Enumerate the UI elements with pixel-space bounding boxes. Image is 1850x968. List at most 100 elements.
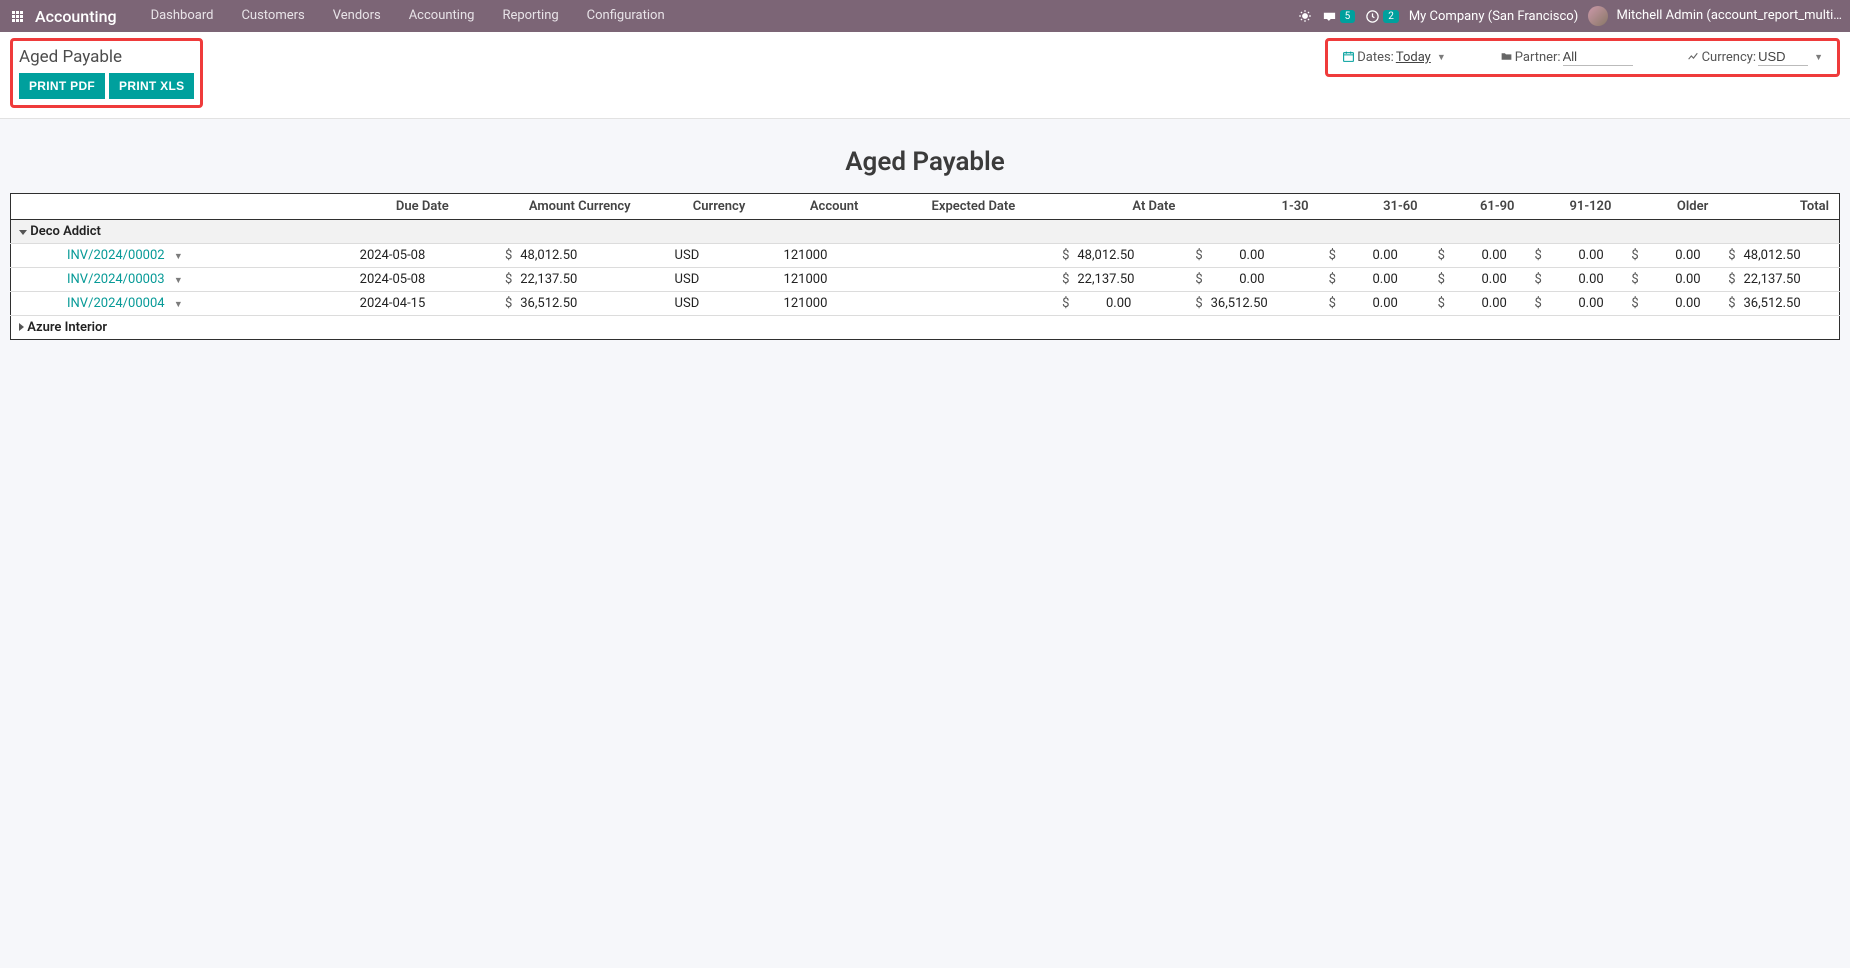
- col-61-90: 61-90: [1428, 194, 1525, 220]
- cell-at-date: $ 0.00: [1052, 292, 1185, 316]
- app-brand[interactable]: Accounting: [35, 7, 117, 26]
- cell-account: 121000: [774, 268, 895, 292]
- caret-down-icon: ▼: [1814, 52, 1823, 63]
- cell-currency: USD: [665, 244, 774, 268]
- filter-dates[interactable]: Dates: Today ▼: [1342, 50, 1446, 66]
- caret-down-icon[interactable]: ▼: [174, 300, 183, 310]
- invoice-link[interactable]: INV/2024/00002: [67, 248, 165, 263]
- col-currency: Currency: [665, 194, 774, 220]
- caret-down-icon[interactable]: ▼: [174, 252, 183, 262]
- chart-icon: [1687, 50, 1700, 66]
- filter-partner[interactable]: Partner:: [1500, 49, 1633, 66]
- cell-61-90: $ 0.00: [1428, 268, 1525, 292]
- messages-icon[interactable]: 5: [1322, 9, 1356, 24]
- user-menu[interactable]: Mitchell Admin (account_report_multi…: [1588, 6, 1842, 26]
- col-due: Due Date: [350, 194, 495, 220]
- report-title: Aged Payable: [10, 147, 1840, 177]
- company-switcher[interactable]: My Company (San Francisco): [1409, 9, 1578, 24]
- cell-expected: [895, 292, 1052, 316]
- cp-left-highlight: Aged Payable PRINT PDF PRINT XLS: [10, 38, 203, 108]
- cell-due: 2024-05-08: [350, 268, 495, 292]
- dates-value: Today: [1396, 50, 1431, 65]
- col-older: Older: [1621, 194, 1718, 220]
- cell-91-120: $ 0.00: [1524, 244, 1621, 268]
- invoice-row: INV/2024/00004 ▼2024-04-15$ 36,512.50USD…: [11, 292, 1840, 316]
- caret-down-icon: ▼: [1437, 52, 1446, 63]
- activities-badge: 2: [1383, 10, 1399, 23]
- cp-right: Dates: Today ▼ Partner: Currency: ▼: [1325, 38, 1840, 77]
- nav-menu-reporting[interactable]: Reporting: [490, 0, 570, 32]
- group-name: Azure Interior: [27, 320, 107, 335]
- cell-31-60: $ 0.00: [1319, 244, 1428, 268]
- invoice-row: INV/2024/00002 ▼2024-05-08$ 48,012.50USD…: [11, 244, 1840, 268]
- cell-amount-currency: $ 22,137.50: [495, 268, 665, 292]
- debug-icon[interactable]: [1298, 9, 1312, 23]
- filter-currency[interactable]: Currency: ▼: [1687, 49, 1823, 66]
- cell-due: 2024-05-08: [350, 244, 495, 268]
- group-name: Deco Addict: [30, 224, 101, 239]
- nav-menu-vendors[interactable]: Vendors: [321, 0, 393, 32]
- col-expected-date: Expected Date: [895, 194, 1052, 220]
- dates-label: Dates:: [1357, 50, 1394, 65]
- group-row[interactable]: Deco Addict: [11, 220, 1840, 244]
- partner-input[interactable]: [1563, 49, 1633, 66]
- cell-expected: [895, 244, 1052, 268]
- nav-right: 5 2 My Company (San Francisco) Mitchell …: [1298, 6, 1842, 26]
- filters-highlight: Dates: Today ▼ Partner: Currency: ▼: [1325, 38, 1840, 77]
- nav-left: Accounting Dashboard Customers Vendors A…: [8, 0, 677, 32]
- messages-badge: 5: [1340, 10, 1356, 23]
- calendar-icon: [1342, 50, 1355, 66]
- cell-31-60: $ 0.00: [1319, 292, 1428, 316]
- invoice-link[interactable]: INV/2024/00003: [67, 272, 165, 287]
- cell-currency: USD: [665, 268, 774, 292]
- folder-icon: [1500, 50, 1513, 66]
- report-area: Aged Payable Due Date Amount Currency Cu…: [0, 119, 1850, 350]
- print-pdf-button[interactable]: PRINT PDF: [19, 73, 105, 99]
- cell-older: $ 0.00: [1621, 292, 1718, 316]
- cell-due: 2024-04-15: [350, 292, 495, 316]
- nav-menu-dashboard[interactable]: Dashboard: [139, 0, 226, 32]
- invoice-link[interactable]: INV/2024/00004: [67, 296, 165, 311]
- nav-menu-accounting[interactable]: Accounting: [397, 0, 487, 32]
- col-account: Account: [774, 194, 895, 220]
- cell-1-30: $ 36,512.50: [1185, 292, 1318, 316]
- cell-at-date: $ 48,012.50: [1052, 244, 1185, 268]
- cell-amount-currency: $ 36,512.50: [495, 292, 665, 316]
- cell-1-30: $ 0.00: [1185, 244, 1318, 268]
- apps-icon[interactable]: [12, 11, 23, 22]
- cell-total: $ 22,137.50: [1718, 268, 1839, 292]
- cell-total: $ 48,012.50: [1718, 244, 1839, 268]
- table-head: Due Date Amount Currency Currency Accoun…: [11, 194, 1840, 220]
- cell-total: $ 36,512.50: [1718, 292, 1839, 316]
- cell-expected: [895, 268, 1052, 292]
- print-buttons: PRINT PDF PRINT XLS: [19, 73, 194, 99]
- cell-currency: USD: [665, 292, 774, 316]
- cell-account: 121000: [774, 292, 895, 316]
- page-title: Aged Payable: [19, 47, 194, 67]
- cell-older: $ 0.00: [1621, 244, 1718, 268]
- nav-menu-configuration[interactable]: Configuration: [575, 0, 677, 32]
- col-1-30: 1-30: [1185, 194, 1318, 220]
- nav-menu-customers[interactable]: Customers: [229, 0, 316, 32]
- cell-91-120: $ 0.00: [1524, 292, 1621, 316]
- cell-at-date: $ 22,137.50: [1052, 268, 1185, 292]
- col-name: [11, 194, 350, 220]
- caret-down-icon[interactable]: ▼: [174, 276, 183, 286]
- print-xls-button[interactable]: PRINT XLS: [109, 73, 194, 99]
- invoice-row: INV/2024/00003 ▼2024-05-08$ 22,137.50USD…: [11, 268, 1840, 292]
- table-body: Deco AddictINV/2024/00002 ▼2024-05-08$ 4…: [11, 220, 1840, 340]
- activities-icon[interactable]: 2: [1365, 9, 1399, 24]
- col-at-date: At Date: [1052, 194, 1185, 220]
- col-91-120: 91-120: [1524, 194, 1621, 220]
- cell-account: 121000: [774, 244, 895, 268]
- cell-amount-currency: $ 48,012.50: [495, 244, 665, 268]
- caret-down-icon: [19, 230, 27, 235]
- col-31-60: 31-60: [1319, 194, 1428, 220]
- group-row[interactable]: Azure Interior: [11, 316, 1840, 340]
- user-name: Mitchell Admin (account_report_multi…: [1616, 8, 1842, 23]
- top-navbar: Accounting Dashboard Customers Vendors A…: [0, 0, 1850, 32]
- report-table: Due Date Amount Currency Currency Accoun…: [10, 193, 1840, 340]
- currency-input[interactable]: [1758, 49, 1808, 66]
- currency-label: Currency:: [1702, 50, 1757, 65]
- avatar-icon: [1588, 6, 1608, 26]
